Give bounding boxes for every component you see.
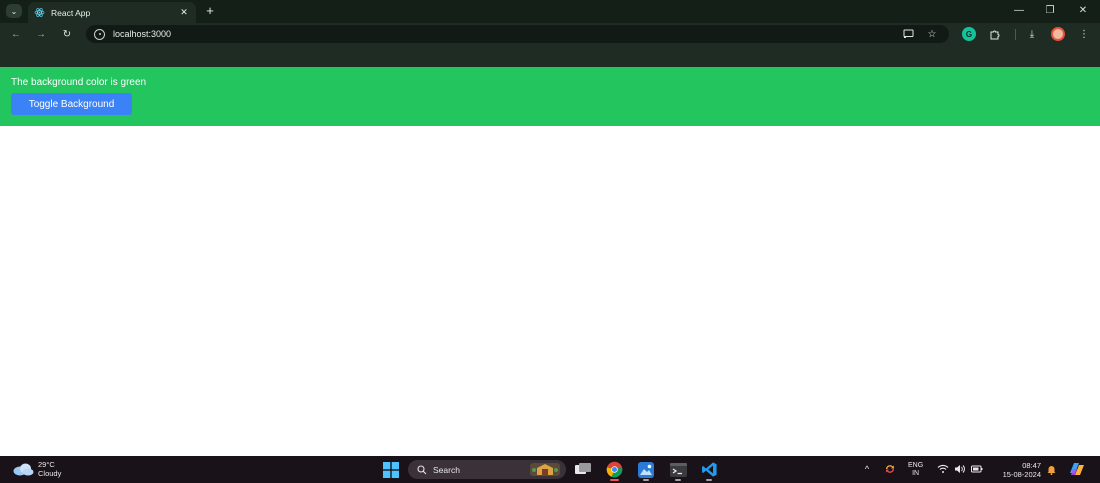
profile-avatar[interactable]	[1051, 27, 1065, 41]
toggle-background-button[interactable]: Toggle Background	[11, 93, 132, 115]
page-viewport: The background color is green Toggle Bac…	[0, 67, 1100, 456]
sync-status-icon[interactable]	[884, 463, 896, 475]
terminal-taskbar-button[interactable]	[668, 460, 688, 481]
notification-bell-icon[interactable]	[1045, 463, 1057, 475]
taskbar-search-box[interactable]: Search	[408, 460, 566, 479]
taskbar: 29°C Cloudy Search ^ ENG IN 08:47 15-08-…	[0, 456, 1100, 483]
show-hidden-icons-chevron-up-icon[interactable]: ^	[861, 463, 873, 475]
battery-icon[interactable]	[971, 463, 983, 475]
copilot-icon[interactable]	[1068, 461, 1086, 477]
browser-tab-strip: ⌄ React App ✕ + — ❐ ✕	[0, 0, 1100, 23]
chrome-icon	[606, 461, 622, 478]
input-language-indicator[interactable]: ENG IN	[908, 462, 923, 478]
running-app-indicator	[643, 479, 649, 481]
tab-search-button[interactable]: ⌄	[6, 4, 22, 18]
search-icon	[417, 464, 427, 474]
browser-toolbar: ← → ↻ localhost:3000 ☆ G ⤓ ⋮	[0, 23, 1100, 45]
photos-icon	[638, 461, 654, 478]
terminal-icon	[669, 462, 687, 477]
task-view-button[interactable]	[573, 460, 593, 479]
extensions-puzzle-icon[interactable]	[987, 27, 1001, 41]
browser-tab[interactable]: React App ✕	[28, 2, 196, 23]
chevron-down-icon: ⌄	[10, 6, 18, 16]
toolbar-divider	[1015, 29, 1016, 40]
running-app-indicator	[706, 479, 712, 481]
vscode-taskbar-button[interactable]	[699, 460, 719, 481]
cloud-icon	[12, 462, 34, 476]
weather-temperature: 29°C	[38, 460, 55, 469]
restore-icon[interactable]: ❐	[1042, 3, 1058, 18]
vscode-icon	[701, 462, 717, 477]
grammarly-extension-icon[interactable]: G	[962, 27, 976, 41]
region-code: IN	[912, 470, 920, 477]
volume-icon[interactable]	[954, 463, 966, 475]
chrome-taskbar-button[interactable]	[604, 460, 624, 481]
start-button[interactable]	[381, 460, 401, 479]
minimize-icon[interactable]: —	[1011, 3, 1027, 18]
react-logo-icon	[34, 7, 45, 18]
weather-widget[interactable]: 29°C Cloudy	[12, 460, 61, 478]
language-code: ENG	[908, 462, 924, 469]
forward-arrow-icon[interactable]: →	[34, 27, 48, 41]
close-window-icon[interactable]: ✕	[1075, 3, 1091, 18]
active-app-indicator	[610, 479, 619, 481]
background-status-message: The background color is green	[11, 77, 147, 88]
close-tab-icon[interactable]: ✕	[178, 7, 190, 18]
reload-icon[interactable]: ↻	[60, 27, 74, 41]
photos-taskbar-button[interactable]	[636, 460, 656, 481]
task-view-icon	[575, 463, 591, 474]
download-icon[interactable]: ⤓	[1025, 27, 1039, 41]
search-box-label: Search	[433, 464, 460, 475]
app-container: The background color is green Toggle Bac…	[0, 67, 1100, 126]
menu-kebab-icon[interactable]: ⋮	[1077, 27, 1091, 41]
clock-time: 08:47	[1022, 461, 1041, 470]
address-bar-url: localhost:3000	[113, 29, 172, 39]
wifi-icon[interactable]	[937, 463, 949, 475]
weather-condition: Cloudy	[38, 469, 62, 478]
new-tab-button[interactable]: +	[203, 3, 217, 18]
cast-icon[interactable]	[901, 27, 915, 41]
site-info-icon[interactable]	[94, 28, 105, 40]
bookmarks-bar	[0, 45, 1100, 67]
running-app-indicator	[675, 479, 681, 481]
clock-date: 15-08-2024	[1002, 470, 1041, 479]
address-bar[interactable]: localhost:3000 ☆	[86, 25, 949, 43]
windows-logo-icon	[383, 461, 399, 478]
back-arrow-icon[interactable]: ←	[9, 27, 23, 41]
taskbar-clock[interactable]: 08:47 15-08-2024	[995, 461, 1041, 479]
bookmark-star-icon[interactable]: ☆	[925, 27, 939, 41]
tab-title: React App	[51, 7, 91, 18]
search-highlight-illustration-icon	[530, 463, 560, 476]
